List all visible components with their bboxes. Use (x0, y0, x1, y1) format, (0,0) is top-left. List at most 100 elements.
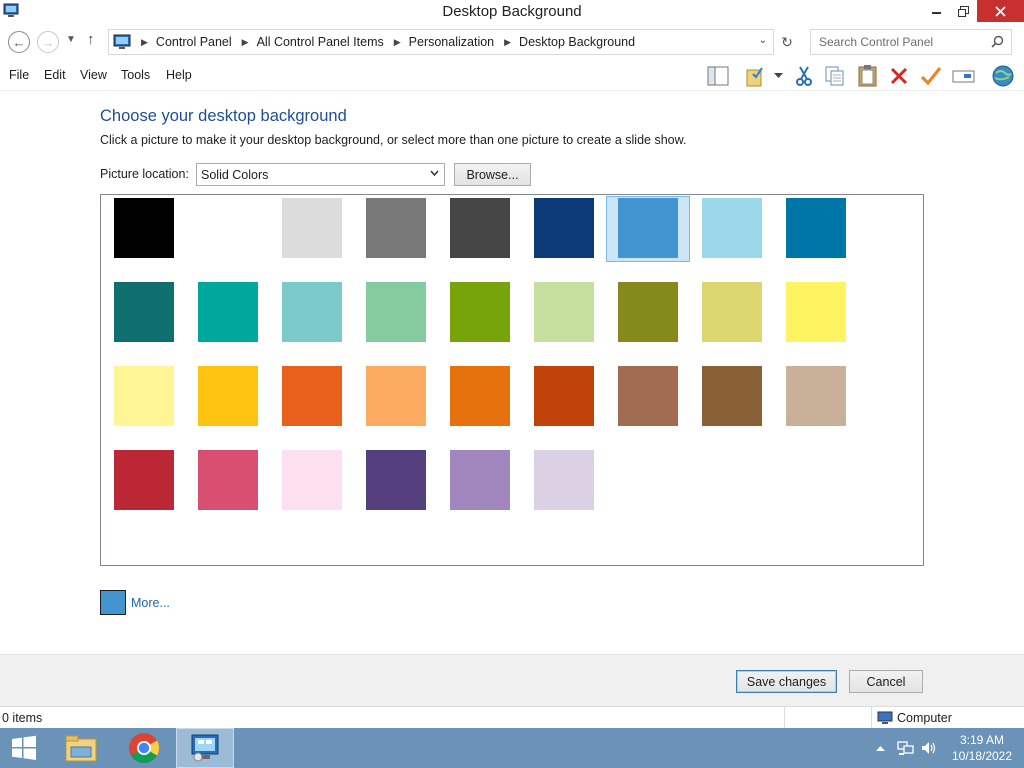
color-swatch[interactable] (114, 366, 174, 426)
menu-bar: File Edit View Tools Help (0, 60, 1024, 90)
cancel-button[interactable]: Cancel (849, 670, 923, 693)
item-count: 0 items (2, 711, 43, 725)
color-swatch[interactable] (618, 198, 678, 258)
color-swatch[interactable] (282, 366, 342, 426)
search-input[interactable]: Search Control Panel (810, 29, 1012, 55)
breadcrumb: ▶ Control Panel ▶ All Control Panel Item… (131, 35, 635, 49)
color-swatch[interactable] (366, 282, 426, 342)
save-changes-button[interactable]: Save changes (736, 670, 837, 693)
back-button[interactable]: ← (8, 31, 30, 53)
page-title: Choose your desktop background (100, 107, 347, 125)
chevron-down-icon: ▼ (66, 34, 76, 45)
computer-icon (877, 711, 893, 724)
color-swatch[interactable] (198, 198, 258, 258)
color-swatch[interactable] (786, 198, 846, 258)
clock-date: 10/18/2022 (951, 749, 1013, 763)
breadcrumb-desktop-background[interactable]: Desktop Background (519, 35, 635, 49)
color-swatch[interactable] (618, 282, 678, 342)
color-swatch[interactable] (366, 198, 426, 258)
color-swatch[interactable] (198, 450, 258, 510)
address-dropdown-icon[interactable]: ⌄ (759, 35, 767, 46)
color-swatch[interactable] (198, 366, 258, 426)
color-swatch[interactable] (450, 450, 510, 510)
address-bar[interactable]: ▶ Control Panel ▶ All Control Panel Item… (108, 29, 774, 55)
color-swatch[interactable] (114, 450, 174, 510)
paste-icon[interactable] (855, 63, 881, 89)
menu-help[interactable]: Help (166, 68, 192, 82)
copy-icon[interactable] (822, 63, 848, 89)
restore-button[interactable] (948, 0, 978, 22)
arrow-left-icon: ← (12, 34, 26, 50)
dialog-footer: Save changes Cancel (0, 654, 1024, 706)
color-swatch[interactable] (282, 282, 342, 342)
breadcrumb-separator-icon[interactable]: ▶ (141, 37, 148, 48)
color-swatch[interactable] (282, 450, 342, 510)
recent-locations-button[interactable]: ▼ (66, 34, 76, 45)
picture-location-value: Solid Colors (201, 167, 269, 182)
taskbar-clock[interactable]: 3:19 AM 10/18/2022 (944, 732, 1020, 764)
color-swatch[interactable] (198, 282, 258, 342)
close-button[interactable] (977, 0, 1024, 22)
color-swatch[interactable] (786, 366, 846, 426)
breadcrumb-separator-icon[interactable]: ▶ (242, 37, 249, 48)
cut-icon[interactable] (791, 63, 817, 89)
taskbar-control-panel[interactable] (176, 728, 234, 768)
clock-time: 3:19 AM (959, 733, 1005, 747)
folder-properties-icon[interactable] (743, 63, 769, 89)
menu-file[interactable]: File (9, 68, 29, 82)
forward-button[interactable]: → (37, 31, 59, 53)
color-swatch[interactable] (114, 198, 174, 258)
main-content: Choose your desktop background Click a p… (0, 90, 1024, 653)
color-swatch[interactable] (282, 198, 342, 258)
delete-icon[interactable] (886, 63, 912, 89)
breadcrumb-control-panel[interactable]: Control Panel (156, 35, 232, 49)
up-button[interactable]: ↑ (87, 31, 95, 48)
color-swatch[interactable] (702, 282, 762, 342)
color-swatch[interactable] (114, 282, 174, 342)
color-swatch[interactable] (702, 366, 762, 426)
color-swatch[interactable] (450, 366, 510, 426)
color-swatch[interactable] (534, 450, 594, 510)
windows-logo-icon (12, 735, 36, 760)
color-swatch[interactable] (450, 282, 510, 342)
checkmark-icon[interactable] (918, 63, 944, 89)
color-swatch[interactable] (534, 282, 594, 342)
breadcrumb-all-items[interactable]: All Control Panel Items (257, 35, 384, 49)
breadcrumb-separator-icon[interactable]: ▶ (504, 37, 511, 48)
status-location-label: Computer (897, 711, 952, 725)
color-swatch[interactable] (366, 366, 426, 426)
color-swatch[interactable] (534, 198, 594, 258)
file-explorer-icon (65, 735, 97, 762)
globe-icon[interactable] (990, 63, 1016, 89)
chevron-down-icon (430, 169, 439, 180)
chevron-down-icon[interactable] (768, 63, 788, 89)
browse-button[interactable]: Browse... (454, 163, 531, 186)
refresh-icon: ↻ (781, 33, 793, 50)
color-swatch[interactable] (618, 366, 678, 426)
rename-icon[interactable] (951, 63, 977, 89)
menu-tools[interactable]: Tools (121, 68, 150, 82)
taskbar-chrome[interactable] (121, 728, 167, 768)
menu-edit[interactable]: Edit (44, 68, 66, 82)
taskbar-file-explorer[interactable] (58, 728, 104, 768)
refresh-button[interactable]: ↻ (776, 29, 798, 55)
picture-location-select[interactable]: Solid Colors (196, 163, 445, 186)
menu-view[interactable]: View (80, 68, 107, 82)
picture-location-label: Picture location: (100, 167, 189, 181)
color-swatch[interactable] (786, 282, 846, 342)
tray-volume-icon[interactable] (920, 728, 938, 768)
color-swatch[interactable] (450, 198, 510, 258)
color-swatch[interactable] (702, 198, 762, 258)
tray-show-hidden-icons[interactable] (876, 728, 885, 768)
start-button[interactable] (0, 728, 48, 768)
more-colors-link[interactable]: More... (131, 596, 170, 610)
status-divider (871, 707, 872, 729)
breadcrumb-personalization[interactable]: Personalization (409, 35, 494, 49)
color-swatch[interactable] (534, 366, 594, 426)
breadcrumb-separator-icon[interactable]: ▶ (394, 37, 401, 48)
layout-pane-icon[interactable] (705, 63, 731, 89)
color-swatch[interactable] (366, 450, 426, 510)
tray-network-icon[interactable] (897, 728, 915, 768)
close-icon (995, 5, 1006, 17)
taskbar: 3:19 AM 10/18/2022 (0, 728, 1024, 768)
